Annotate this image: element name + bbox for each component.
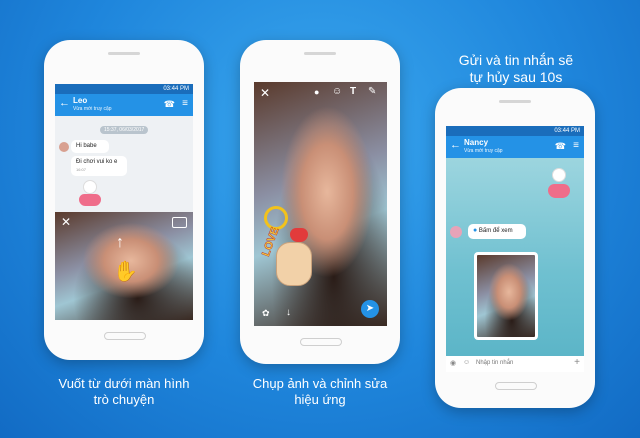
- heart-sticker: [77, 180, 103, 208]
- phone-speaker: [499, 100, 531, 103]
- phone-call-icon[interactable]: ☎: [164, 99, 175, 110]
- menu-icon[interactable]: ≡: [573, 140, 579, 151]
- add-icon[interactable]: +: [574, 357, 580, 368]
- captured-photo: [254, 82, 387, 326]
- message-input[interactable]: Nhập tin nhắn: [476, 360, 513, 366]
- chat-header: ← Nancy Vừa mới truy cập ☎ ≡: [446, 136, 584, 158]
- heart-sticker: [546, 168, 572, 202]
- home-button: [300, 338, 342, 346]
- chat-header: ← Leo Vừa mới truy cập ☎ ≡: [55, 94, 193, 116]
- phone-left: 03:44 PM ← Leo Vừa mới truy cập ☎ ≡ 15:3…: [44, 40, 204, 360]
- message-time: 16:07: [76, 167, 87, 172]
- caption-line: trò chuyện: [93, 392, 155, 407]
- caption-line: Chụp ảnh và chỉnh sửa: [252, 376, 388, 391]
- caption-self-destruct: Gửi và tin nhắn sẽ tự hủy sau 10s: [432, 52, 600, 86]
- locked-message[interactable]: ● Bấm để xem: [468, 224, 526, 239]
- sun-sticker: [264, 206, 288, 230]
- effects-icon[interactable]: ✿: [262, 308, 270, 319]
- back-arrow-icon[interactable]: ←: [450, 139, 461, 151]
- phone-middle: ✕ ● ☺ T ✎ LOVE ✿ ↓ ➤: [240, 40, 400, 364]
- locked-message-label: Bấm để xem: [478, 228, 513, 234]
- download-icon[interactable]: ↓: [286, 307, 291, 318]
- message-bubble: Đi chơi vui ko e 16:07: [71, 156, 127, 176]
- location-icon[interactable]: ●: [314, 87, 319, 97]
- chat-screen: 03:44 PM ← Nancy Vừa mới truy cập ☎ ≡ ● …: [446, 126, 584, 372]
- avatar: [450, 226, 462, 238]
- lock-icon: ●: [473, 227, 478, 234]
- photo-editor-screen: ✕ ● ☺ T ✎ LOVE ✿ ↓ ➤: [254, 82, 387, 326]
- swipe-up-arrow-icon: ↑: [116, 234, 124, 251]
- status-bar: 03:44 PM: [55, 84, 193, 94]
- caption-line: hiệu ứng: [294, 392, 346, 407]
- caption-line: Gửi và tin nhắn sẽ: [458, 52, 574, 68]
- chat-screen: 03:44 PM ← Leo Vừa mới truy cập ☎ ≡ 15:3…: [55, 84, 193, 320]
- heart-sticker: [290, 228, 308, 242]
- caption-line: Vuốt từ dưới màn hình: [58, 376, 190, 391]
- phone-right: 03:44 PM ← Nancy Vừa mới truy cập ☎ ≡ ● …: [435, 88, 595, 408]
- contact-status: Vừa mới truy cập: [464, 148, 503, 154]
- close-icon[interactable]: ✕: [61, 215, 71, 229]
- back-arrow-icon[interactable]: ←: [59, 97, 70, 109]
- input-bar: ◉ ☺ Nhập tin nhắn +: [446, 356, 584, 372]
- contact-name: Nancy: [464, 138, 489, 147]
- menu-icon[interactable]: ≡: [182, 98, 188, 109]
- message-text: Đi chơi vui ko e: [76, 159, 118, 165]
- swipe-hand-icon: ✋: [113, 261, 138, 283]
- home-button: [104, 332, 146, 340]
- character-sticker: [276, 242, 312, 286]
- phone-speaker: [108, 52, 140, 55]
- date-label: 15:37, 06/03/2017: [100, 126, 149, 134]
- caption-swipe: Vuốt từ dưới màn hình trò chuyện: [40, 376, 208, 408]
- caption-photo-edit: Chụp ảnh và chỉnh sửa hiệu ứng: [236, 376, 404, 408]
- home-button: [495, 382, 537, 390]
- status-time: 03:44 PM: [554, 128, 580, 134]
- camera-icon[interactable]: ◉: [450, 359, 456, 367]
- emoji-icon[interactable]: ☺: [463, 359, 470, 366]
- phone-speaker: [304, 52, 336, 55]
- close-icon[interactable]: ✕: [260, 86, 270, 100]
- contact-name: Leo: [73, 96, 88, 105]
- camera-switch-icon[interactable]: [172, 217, 187, 228]
- caption-line: tự hủy sau 10s: [469, 69, 563, 85]
- avatar: [59, 142, 69, 152]
- phone-call-icon[interactable]: ☎: [555, 141, 566, 152]
- text-tool-icon[interactable]: T: [350, 86, 356, 97]
- contact-status: Vừa mới truy cập: [73, 106, 112, 112]
- photo-message[interactable]: [474, 252, 538, 340]
- send-button[interactable]: ➤: [361, 300, 379, 318]
- brush-icon[interactable]: ✎: [368, 86, 376, 97]
- emoji-icon[interactable]: ☺: [332, 86, 342, 97]
- message-bubble: Hi babe: [71, 140, 109, 153]
- status-time: 03:44 PM: [163, 86, 189, 92]
- status-bar: 03:44 PM: [446, 126, 584, 136]
